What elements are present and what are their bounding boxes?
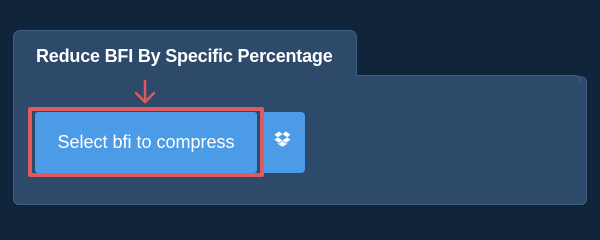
- down-arrow-icon: [132, 79, 158, 106]
- tab-panel-joint: [14, 70, 356, 84]
- highlight-box: [28, 107, 264, 177]
- panel-border: [357, 75, 581, 82]
- tab-title: Reduce BFI By Specific Percentage: [36, 46, 333, 66]
- dropbox-icon: [274, 131, 294, 154]
- dropbox-button[interactable]: [262, 112, 305, 173]
